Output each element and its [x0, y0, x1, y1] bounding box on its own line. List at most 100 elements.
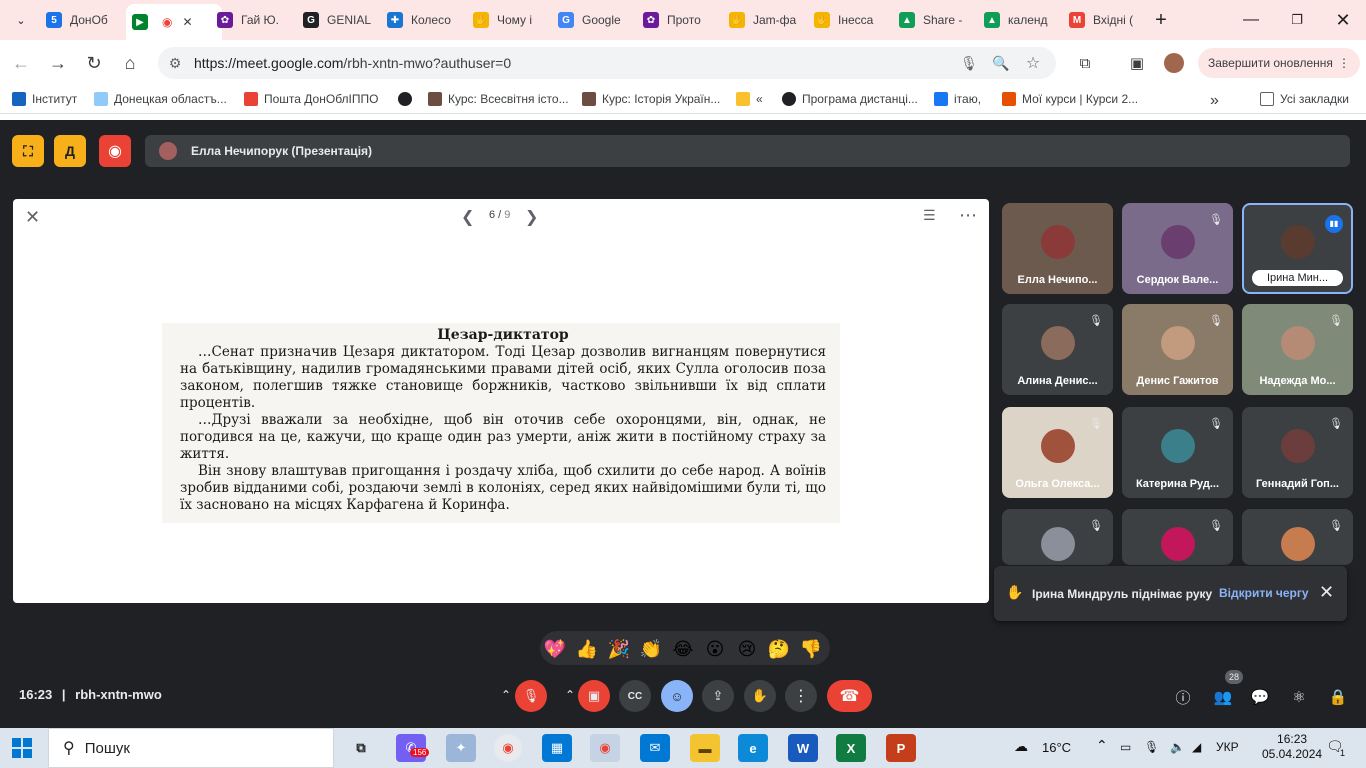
speaker-notes-icon[interactable]: ☰: [923, 207, 936, 224]
clock[interactable]: 16:23 05.04.2024: [1262, 732, 1322, 762]
network-icon[interactable]: ◢: [1192, 740, 1201, 754]
bookmark-item[interactable]: Курс: Історія Україн...: [582, 92, 720, 106]
browser-tab[interactable]: ▶ ◉ ✕: [126, 4, 222, 40]
weather-icon[interactable]: ☁: [1014, 738, 1028, 755]
participant-tile[interactable]: 🎙 Денис Гажитов: [1122, 304, 1233, 395]
slide-more-icon[interactable]: ⋯: [959, 205, 977, 226]
close-tab-icon[interactable]: ✕: [182, 15, 192, 29]
video-options-chevron-icon[interactable]: ⌃: [561, 686, 579, 704]
recording-button[interactable]: ◉: [99, 135, 131, 167]
speaker-icon[interactable]: 🔈: [1170, 740, 1185, 754]
participant-tile[interactable]: 🎙: [1242, 509, 1353, 565]
bookmark-item[interactable]: Донецкая областъ...: [94, 92, 227, 106]
reaction-emoji[interactable]: 😂: [670, 636, 696, 662]
audio-options-chevron-icon[interactable]: ⌃: [497, 686, 515, 704]
excel-icon[interactable]: X: [836, 734, 866, 762]
browser-tab[interactable]: ✋ Jam-фа: [723, 6, 805, 34]
meeting-details-icon[interactable]: ⓘ: [1172, 686, 1194, 708]
present-button[interactable]: ⇪: [702, 680, 734, 712]
mic-off-button[interactable]: 🎙: [515, 680, 547, 712]
bookmark-item[interactable]: Пошта ДонОблІППО: [244, 92, 378, 106]
layout-button[interactable]: Д: [54, 135, 86, 167]
tray-mic-icon[interactable]: 🎙: [1144, 740, 1159, 754]
zoom-icon[interactable]: 🔍: [992, 54, 1010, 72]
chrome-active-icon[interactable]: ◉: [590, 734, 620, 762]
language-indicator[interactable]: УКР: [1216, 740, 1239, 754]
side-panel-icon[interactable]: ▣: [1124, 50, 1150, 76]
captions-button[interactable]: CC: [619, 680, 651, 712]
new-tab-button[interactable]: +: [1146, 8, 1176, 32]
close-window-icon[interactable]: ✕: [1328, 8, 1358, 32]
participant-tile[interactable]: Елла Нечипо...: [1002, 203, 1113, 294]
finish-update-button[interactable]: Завершити оновлення ⋮: [1198, 48, 1360, 78]
participant-tile[interactable]: 🎙 Геннадий Гоп...: [1242, 407, 1353, 498]
browser-tab[interactable]: G GENIAL: [297, 6, 379, 34]
edge-icon[interactable]: e: [738, 734, 768, 762]
tab-search-icon[interactable]: ⌄: [6, 8, 36, 32]
participant-tile[interactable]: 🎙 Надежда Мо...: [1242, 304, 1353, 395]
hide-presentation-button[interactable]: ⛶: [12, 135, 44, 167]
bookmark-item[interactable]: Інститут: [12, 92, 77, 106]
browser-tab[interactable]: M Вхідні (: [1063, 6, 1145, 34]
browser-tab[interactable]: 5 ДонОб: [40, 6, 122, 34]
reaction-emoji[interactable]: 👍: [574, 636, 600, 662]
more-options-button[interactable]: ⋮: [785, 680, 817, 712]
bookmark-item[interactable]: Мої курси | Курси 2...: [1002, 92, 1138, 106]
profile-avatar[interactable]: [1161, 50, 1187, 76]
extensions-icon[interactable]: ⧉: [1072, 50, 1098, 76]
bookmark-item[interactable]: ітаю,: [934, 92, 981, 106]
browser-tab[interactable]: ✿ Прото: [637, 6, 719, 34]
tray-chevron-icon[interactable]: ⌃: [1096, 737, 1108, 754]
reaction-emoji[interactable]: 💖: [542, 636, 568, 662]
participant-tile[interactable]: 🎙 Сердюк Вале...: [1122, 203, 1233, 294]
reload-icon[interactable]: ↻: [81, 50, 107, 76]
browser-tab[interactable]: G Google: [552, 6, 634, 34]
browser-tab[interactable]: ✿ Гай Ю.: [211, 6, 293, 34]
powerpoint-icon[interactable]: P: [886, 734, 916, 762]
bookmark-item[interactable]: Програма дистанці...: [782, 92, 918, 106]
browser-tab[interactable]: ✚ Колесо: [381, 6, 463, 34]
browser-tab[interactable]: ▲ Share -: [893, 6, 975, 34]
camera-off-button[interactable]: ▣: [578, 680, 610, 712]
browser-tab[interactable]: ✋ Інесса: [808, 6, 890, 34]
participant-tile[interactable]: 🎙 Катерина Руд...: [1122, 407, 1233, 498]
participant-tile[interactable]: 🎙 Алина Денис...: [1002, 304, 1113, 395]
reactions-button[interactable]: ☺: [661, 680, 693, 712]
reaction-emoji[interactable]: 😢: [734, 636, 760, 662]
home-icon[interactable]: ⌂: [117, 50, 143, 76]
address-bar[interactable]: ⚙ https://meet.google.com/rbh-xntn-mwo?a…: [158, 47, 1056, 79]
close-toast-icon[interactable]: ✕: [1319, 582, 1334, 603]
file-explorer-icon[interactable]: ▬: [690, 734, 720, 762]
close-slide-icon[interactable]: ✕: [25, 207, 40, 228]
url-text[interactable]: https://meet.google.com/rbh-xntn-mwo?aut…: [194, 55, 511, 71]
reaction-emoji[interactable]: 🤔: [766, 636, 792, 662]
taskbar-search[interactable]: ⚲ Пошук: [48, 728, 334, 768]
participant-tile[interactable]: 🎙: [1002, 509, 1113, 565]
windows-start-icon[interactable]: [12, 738, 32, 758]
participant-tile[interactable]: ▮▮ Ірина Мин...: [1242, 203, 1353, 294]
tray-app-icon[interactable]: ▭: [1120, 740, 1131, 754]
weather-temp[interactable]: 16°C: [1042, 740, 1071, 755]
all-bookmarks-folder[interactable]: Усі закладки: [1260, 92, 1349, 106]
site-info-icon[interactable]: ⚙: [166, 54, 184, 72]
word-icon[interactable]: W: [788, 734, 818, 762]
reaction-emoji[interactable]: 👏: [638, 636, 664, 662]
browser-tab[interactable]: ▲ календ: [978, 6, 1060, 34]
bookmark-item[interactable]: [398, 92, 418, 106]
microphone-icon[interactable]: 🎙: [960, 54, 978, 72]
activities-icon[interactable]: ⚛: [1288, 686, 1310, 708]
next-slide-icon[interactable]: ❯: [525, 207, 538, 227]
chat-icon[interactable]: 💬: [1249, 686, 1271, 708]
reaction-emoji[interactable]: 👎: [798, 636, 824, 662]
more-bookmarks-icon[interactable]: »: [1210, 92, 1219, 110]
reaction-emoji[interactable]: 😮: [702, 636, 728, 662]
store-icon[interactable]: ▦: [542, 734, 572, 762]
app-icon[interactable]: ✦: [446, 734, 476, 762]
leave-call-button[interactable]: ☎: [827, 680, 872, 712]
reaction-emoji[interactable]: 🎉: [606, 636, 632, 662]
task-view-icon[interactable]: ⧉: [346, 734, 376, 762]
bookmark-star-icon[interactable]: ☆: [1024, 54, 1042, 72]
restore-icon[interactable]: ❐: [1282, 8, 1312, 32]
raise-hand-button[interactable]: ✋: [744, 680, 776, 712]
back-icon[interactable]: ←: [8, 50, 34, 76]
